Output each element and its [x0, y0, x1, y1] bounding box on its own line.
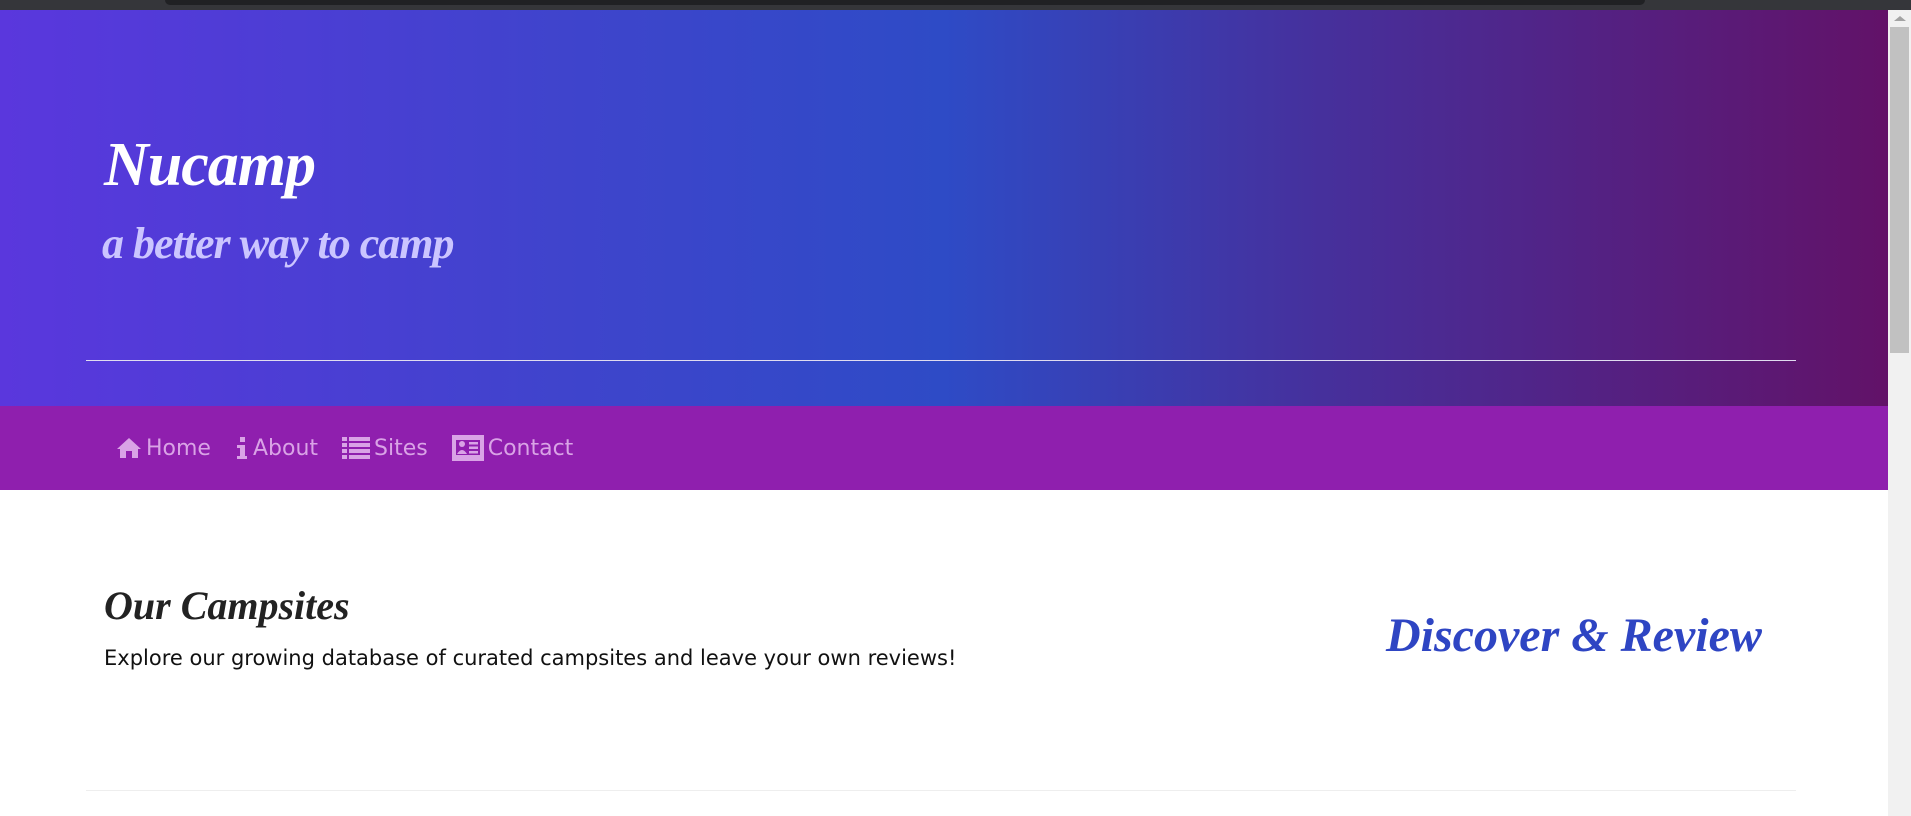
main-navbar: Home About Sites Contact	[0, 406, 1888, 490]
nav-contact-label: Contact	[487, 435, 574, 461]
nav-home-label: Home	[146, 435, 211, 461]
address-card-icon	[451, 435, 484, 461]
scrollbar-thumb[interactable]	[1890, 27, 1909, 353]
scroll-up-arrow-icon[interactable]	[1894, 16, 1906, 21]
brand-title: Nucamp	[104, 131, 316, 199]
list-icon	[342, 437, 371, 459]
discover-review-heading: Discover & Review	[1386, 609, 1762, 662]
jumbotron-header: Nucamp a better way to camp	[0, 10, 1888, 406]
section-description: Explore our growing database of curated …	[104, 646, 957, 670]
nav-sites-label: Sites	[374, 435, 428, 461]
info-icon	[236, 437, 247, 459]
section-title: Our Campsites	[104, 583, 350, 628]
nav-about-label: About	[252, 435, 319, 461]
nav-home[interactable]: Home	[116, 436, 211, 461]
browser-tab-strip	[165, 0, 1645, 5]
page-viewport: Nucamp a better way to camp Home About S…	[0, 10, 1888, 816]
home-icon	[117, 438, 141, 458]
vertical-scrollbar[interactable]	[1888, 10, 1911, 816]
nav-contact[interactable]: Contact	[451, 435, 574, 461]
nav-sites[interactable]: Sites	[342, 436, 428, 461]
brand-tagline: a better way to camp	[102, 219, 454, 268]
browser-top-bar	[0, 0, 1911, 10]
header-divider	[86, 360, 1796, 361]
nav-about[interactable]: About	[235, 436, 318, 461]
section-divider	[86, 790, 1796, 791]
